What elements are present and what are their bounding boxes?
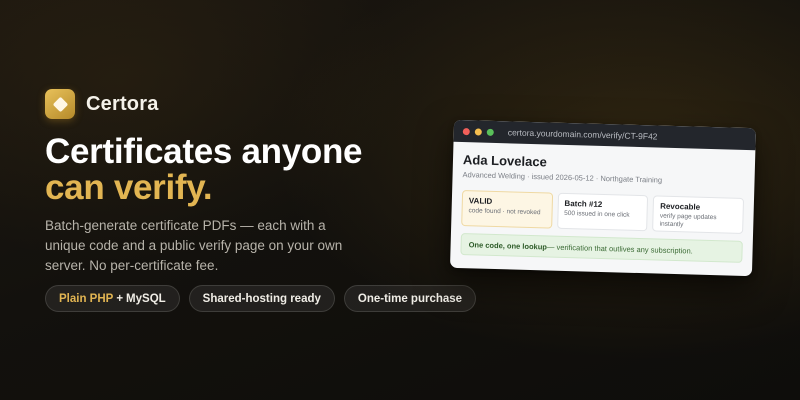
window-close-dot-icon — [462, 127, 470, 135]
card-batch-title: Batch #12 — [564, 198, 603, 209]
pill-tech-stack: Plain PHP + MySQL — [45, 285, 180, 312]
card-revocable: Revocable verify page updates instantly — [652, 195, 745, 234]
pill-tech-separator: + — [116, 292, 124, 305]
headline-line1: Certificates anyone — [45, 132, 363, 171]
headline-line2: can verify. — [45, 168, 213, 207]
status-cards: VALID code found · not revoked Batch #12… — [461, 190, 745, 234]
card-revocable-title: Revocable — [660, 201, 701, 212]
brand-name: Certora — [86, 92, 159, 115]
card-batch: Batch #12 500 issued in one click — [556, 192, 649, 232]
diamond-icon — [52, 96, 68, 112]
card-valid-title: VALID — [468, 196, 493, 206]
description: Batch-generate certificate PDFs — each w… — [45, 218, 343, 273]
verification-strip: One code, one lookup — verification that… — [460, 233, 743, 263]
pill-tech-accent: Plain PHP — [59, 292, 114, 305]
pill-shared-hosting: Shared-hosting ready — [188, 285, 335, 312]
strip-bold-text: One code, one lookup — [468, 239, 548, 251]
brand: Certora — [45, 89, 159, 119]
headline: Certificates anyone can verify. — [45, 132, 363, 207]
pill-one-time-purchase: One-time purchase — [343, 285, 477, 312]
feature-pills: Plain PHP + MySQL Shared-hosting ready O… — [45, 285, 477, 312]
pill-tech-rest: MySQL — [126, 292, 166, 305]
window-maximize-dot-icon — [486, 128, 494, 136]
card-valid: VALID code found · not revoked — [461, 190, 553, 229]
browser-url: certora.yourdomain.com/verify/CT-9F42 — [507, 127, 658, 142]
card-valid-subtitle: code found · not revoked — [468, 207, 541, 217]
strip-rest-text: — verification that outlives any subscri… — [546, 241, 693, 256]
verify-page: Ada Lovelace Advanced Welding · issued 2… — [450, 142, 755, 263]
window-minimize-dot-icon — [474, 127, 482, 136]
card-batch-subtitle: 500 issued in one click — [564, 209, 630, 219]
card-revocable-subtitle: verify page updates instantly — [659, 212, 717, 229]
browser-mockup: certora.yourdomain.com/verify/CT-9F42 Ad… — [449, 119, 757, 277]
brand-logo — [45, 89, 75, 119]
